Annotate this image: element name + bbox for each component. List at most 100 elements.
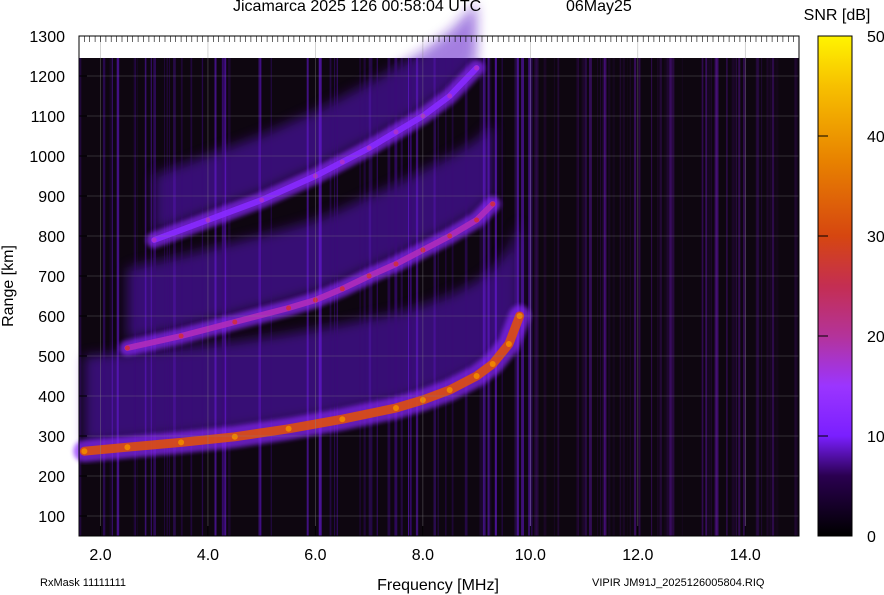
interference-stripe (169, 58, 170, 536)
x-tick-label: 14.0 (730, 547, 761, 564)
file-name-label: VIPIR JM91J_2025126005804.RIQ (592, 577, 765, 589)
interference-stripe (451, 58, 454, 536)
interference-stripe (633, 58, 637, 536)
interference-stripe (359, 58, 361, 536)
interference-stripe (658, 58, 662, 536)
interference-stripe (735, 58, 738, 536)
interference-stripe (102, 58, 106, 536)
interference-stripe (228, 58, 231, 536)
echo-point (446, 387, 453, 393)
interference-stripe (201, 58, 204, 536)
interference-stripe (544, 58, 547, 536)
echo-point (366, 145, 372, 151)
interference-stripe (738, 58, 741, 536)
interference-stripe (136, 58, 138, 536)
interference-stripe (144, 58, 147, 536)
echo-point (339, 286, 345, 292)
echo-point (490, 201, 496, 207)
interference-stripe (433, 58, 436, 536)
colorbar (817, 35, 853, 537)
echo-point (339, 159, 345, 165)
colorbar-tick-label: 30 (867, 229, 884, 246)
interference-stripe (702, 58, 704, 536)
interference-stripe (479, 58, 483, 536)
echo-point (473, 373, 480, 379)
interference-stripe (118, 58, 120, 536)
y-tick-label: 1100 (31, 109, 66, 126)
interference-stripe (415, 58, 419, 536)
interference-stripe (710, 58, 712, 536)
echo-point (259, 197, 265, 203)
interference-stripe (363, 58, 366, 536)
interference-stripe (608, 58, 611, 536)
interference-stripe (221, 58, 224, 536)
interference-stripe (772, 58, 775, 536)
interference-stripe (180, 58, 183, 536)
echo-point (393, 405, 399, 411)
interference-stripe (775, 58, 779, 536)
interference-stripe (490, 58, 492, 536)
colorbar-tick-label: 0 (867, 529, 876, 546)
interference-stripe (501, 58, 503, 536)
interference-stripe (585, 58, 587, 536)
echo-point (178, 439, 185, 446)
interference-stripe (714, 58, 716, 536)
y-tick-label: 600 (38, 309, 65, 326)
interference-stripe (627, 58, 628, 536)
interference-stripe (437, 58, 439, 536)
y-tick-label: 300 (38, 429, 65, 446)
echo-point (151, 237, 157, 243)
chart-title: Jicamarca 2025 126 00:58:04 UTC (233, 0, 482, 15)
interference-stripe (514, 58, 516, 536)
echo-point (474, 217, 480, 223)
interference-stripe (214, 58, 217, 536)
echo-point (124, 345, 130, 351)
interference-stripe (376, 58, 378, 536)
interference-stripe (583, 58, 586, 536)
interference-stripe (666, 58, 669, 536)
y-tick-label: 800 (38, 229, 65, 246)
interference-stripe (445, 58, 447, 536)
echo-point (393, 261, 399, 267)
interference-stripe (619, 58, 622, 536)
interference-stripe (761, 58, 763, 536)
interference-stripe (597, 58, 599, 536)
echo-point (124, 444, 131, 451)
y-tick-label: 1000 (29, 149, 65, 166)
interference-stripe (557, 58, 560, 536)
interference-stripe (622, 58, 625, 536)
interference-stripe (368, 58, 372, 536)
interference-stripe (708, 58, 711, 536)
interference-stripe (153, 58, 156, 536)
y-tick-label: 1300 (29, 29, 65, 46)
x-axis-label: Frequency [MHz] (377, 577, 499, 594)
interference-stripe (516, 58, 519, 536)
colorbar-label: SNR [dB] (804, 7, 871, 24)
echo-point (489, 361, 496, 367)
interference-stripe (483, 58, 486, 536)
echo-point (286, 305, 292, 311)
interference-stripe (534, 58, 538, 536)
echo-point (505, 341, 512, 347)
echo-point (231, 433, 238, 440)
x-tick-label: 12.0 (622, 547, 653, 564)
echo-point (232, 319, 238, 325)
interference-stripe (669, 58, 672, 536)
x-tick-label: 2.0 (89, 547, 111, 564)
y-tick-label: 1200 (29, 69, 65, 86)
x-tick-label: 6.0 (304, 547, 326, 564)
chart-date: 06May25 (566, 0, 632, 15)
echo-point (339, 416, 346, 423)
interference-stripe (726, 58, 728, 536)
interference-stripe (494, 58, 497, 536)
interference-stripe (150, 58, 152, 536)
interference-stripe (794, 58, 797, 536)
interference-stripe (681, 58, 683, 536)
interference-stripe (79, 58, 82, 536)
interference-stripe (638, 58, 641, 536)
interference-stripe (173, 58, 176, 536)
interference-stripe (270, 58, 272, 536)
interference-stripe (190, 58, 193, 536)
y-tick-label: 400 (38, 389, 65, 406)
interference-stripe (487, 58, 490, 536)
